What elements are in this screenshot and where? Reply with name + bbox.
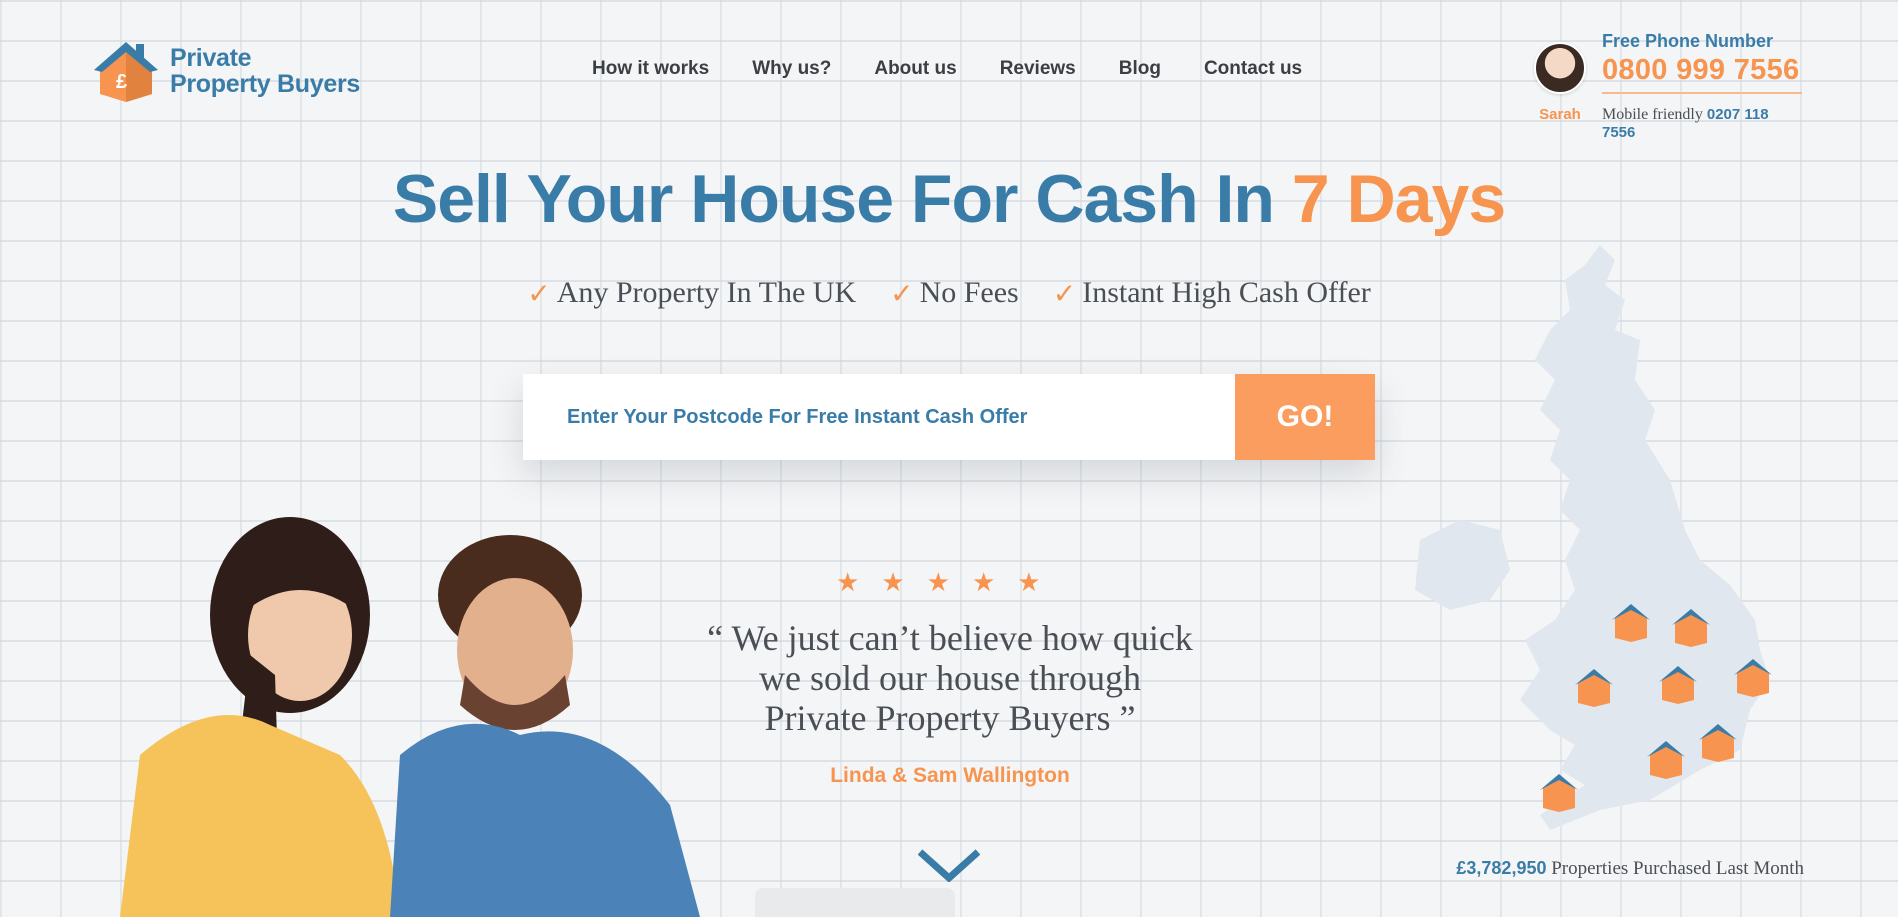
brand-name: Private Property Buyers [170,45,360,97]
benefit-label: No Fees [919,276,1019,309]
stats-amount: £3,782,950 [1456,858,1547,878]
star-icon: ★ [971,568,996,598]
go-button[interactable]: GO! [1235,374,1375,460]
page: £ Private Property Buyers How it works W… [0,0,1898,917]
nav-blog[interactable]: Blog [1119,58,1161,80]
purchase-stats: £3,782,950 Properties Purchased Last Mon… [1456,858,1804,880]
quote-line: “ We just can’t believe how quick [707,618,1193,658]
nav-about-us[interactable]: About us [874,58,956,80]
headline-main: Sell Your House For Cash In [392,161,1292,237]
benefit-label: Any Property In The UK [556,276,857,309]
benefit-item: ✓ Instant High Cash Offer [1053,276,1371,310]
brand-name-line2: Property Buyers [170,70,361,98]
star-icon: ★ [881,568,905,598]
postcode-form: GO! [523,374,1375,460]
agent-avatar [1534,42,1586,94]
brand-name-line1: Private [170,44,252,72]
stats-label: Properties Purchased Last Month [1551,858,1804,879]
nav-how-it-works[interactable]: How it works [592,58,709,80]
benefit-item: ✓ No Fees [890,276,1019,310]
benefit-item: ✓ Any Property In The UK [527,276,856,310]
checkmark-icon: ✓ [890,276,914,310]
nav-why-us[interactable]: Why us? [752,58,831,80]
mobile-line: Mobile friendly 0207 118 7556 [1602,106,1802,142]
free-phone-link[interactable]: 0800 999 7556 [1602,54,1799,87]
contact-panel: Sarah Free Phone Number 0800 999 7556 Mo… [1532,30,1802,141]
checkmark-icon: ✓ [1052,276,1077,310]
testimonial-author: Linda & Sam Wallington [830,764,1070,787]
svg-text:£: £ [116,71,127,93]
free-phone-label: Free Phone Number [1602,31,1774,51]
star-icon: ★ [1017,568,1041,598]
quote-line: Private Property Buyers ” [764,698,1136,738]
brand-logo[interactable]: £ Private Property Buyers [92,38,360,104]
phone-underline [1602,92,1802,94]
quote-line: we sold our house through [759,658,1141,698]
headline-highlight: 7 Days [1291,161,1506,237]
benefit-label: Instant High Cash Offer [1082,276,1371,309]
star-icon: ★ [926,568,950,598]
mobile-label: Mobile friendly [1602,106,1703,123]
laptop-lid [755,888,955,917]
star-icon: ★ [836,568,860,598]
house-logo-icon: £ [94,42,158,102]
uk-map [1415,245,1772,830]
agent-name: Sarah [1539,106,1581,123]
testimonial-quote: “ We just can’t believe how quick we sol… [700,618,1200,738]
checkmark-icon: ✓ [527,276,551,310]
hero-headline: Sell Your House For Cash In 7 Days [0,160,1898,238]
postcode-input[interactable] [523,374,1235,460]
couple-photo [120,517,700,917]
chevron-down-icon[interactable] [918,848,980,882]
nav-reviews[interactable]: Reviews [1000,58,1076,80]
nav-contact-us[interactable]: Contact us [1204,58,1302,80]
main-nav: How it works Why us? About us Reviews Bl… [592,58,1302,80]
rating-stars: ★ ★ ★ ★ ★ [836,568,1041,598]
